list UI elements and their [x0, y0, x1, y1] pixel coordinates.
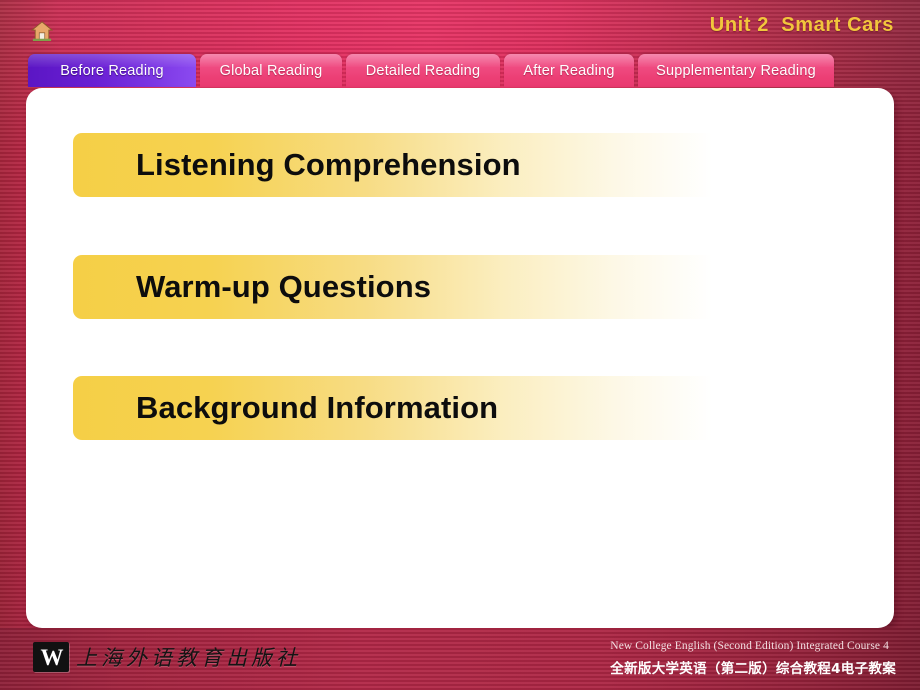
publisher-logo: W 上海外语教育出版社	[33, 642, 301, 672]
tab-after-reading[interactable]: After Reading	[504, 54, 634, 87]
tab-label: Supplementary Reading	[656, 62, 816, 79]
menu-button-label: Listening Comprehension	[136, 147, 521, 182]
tab-detailed-reading[interactable]: Detailed Reading	[346, 54, 500, 87]
tab-before-reading[interactable]: Before Reading	[28, 54, 196, 87]
tab-label: Global Reading	[219, 62, 323, 79]
page-title: Unit 2 Smart Cars	[709, 14, 894, 36]
menu-button-label: Warm-up Questions	[136, 269, 432, 304]
tab-global-reading[interactable]: Global Reading	[200, 54, 342, 87]
tab-label: Detailed Reading	[365, 62, 481, 79]
tab-spacer	[500, 54, 504, 55]
course-title-en: New College English (Second Edition) Int…	[610, 640, 889, 652]
course-title-cn: 全新版大学英语（第二版）综合教程4电子教案	[610, 661, 896, 677]
tab-label: Before Reading	[60, 62, 164, 79]
menu-button-label: Background Information	[136, 390, 499, 425]
tab-bar: Before Reading Global Reading Detailed R…	[0, 54, 920, 88]
slide-root: Unit 2 Smart Cars Before Reading Global …	[0, 0, 920, 690]
tab-supplementary-reading[interactable]: Supplementary Reading	[638, 54, 834, 87]
publisher-name: 上海外语教育出版社	[76, 646, 301, 670]
content-panel: Listening Comprehension Warm-up Question…	[26, 88, 894, 628]
menu-button-background-information[interactable]: Background Information	[73, 376, 768, 440]
tab-spacer	[342, 54, 346, 55]
menu-button-warm-up-questions[interactable]: Warm-up Questions	[73, 255, 768, 319]
footer: W 上海外语教育出版社 New College English (Second …	[0, 628, 920, 690]
home-icon[interactable]	[30, 21, 54, 41]
tab-spacer	[196, 54, 200, 55]
tab-spacer	[634, 54, 638, 55]
menu-button-listening-comprehension[interactable]: Listening Comprehension	[73, 133, 768, 197]
course-info: New College English (Second Edition) Int…	[610, 640, 896, 677]
publisher-logo-icon: W	[33, 642, 69, 672]
tab-label: After Reading	[523, 62, 615, 79]
tabbar-left-spacer	[0, 54, 28, 55]
